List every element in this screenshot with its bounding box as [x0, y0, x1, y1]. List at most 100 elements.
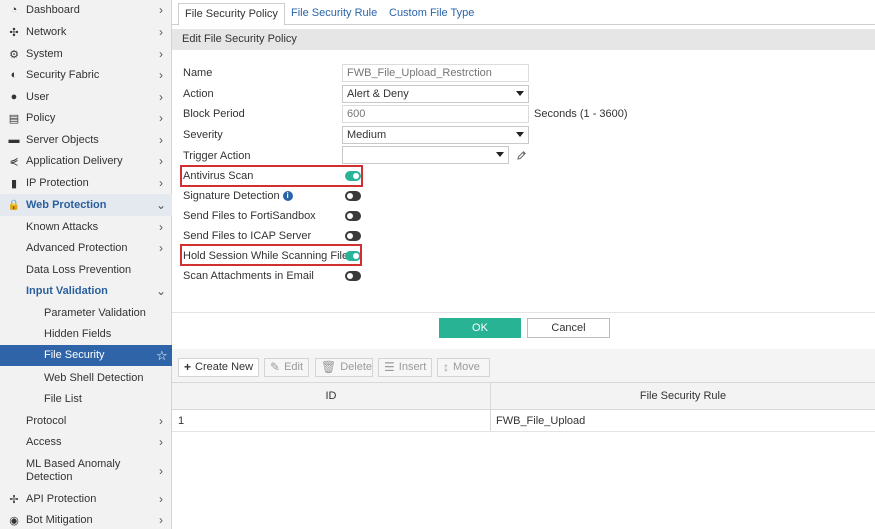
icap-server-label: Send Files to ICAP Server: [183, 230, 312, 242]
insert-button[interactable]: ☰ Insert: [378, 358, 432, 377]
chevron-right-icon: ›: [159, 464, 163, 478]
chevron-right-icon: ›: [159, 111, 163, 125]
trigger-action-label: Trigger Action: [183, 150, 251, 162]
severity-label: Severity: [183, 129, 223, 141]
create-new-button[interactable]: + Create New: [178, 358, 259, 377]
block-period-label: Block Period: [183, 108, 245, 120]
sidebar-item-server-objects[interactable]: ▬ Server Objects ›: [0, 131, 172, 149]
sidebar-item-protocol[interactable]: Protocol ›: [0, 411, 172, 431]
sidebar-item-dashboard[interactable]: ◔ Dashboard ›: [0, 1, 172, 19]
chevron-right-icon: ›: [159, 414, 163, 428]
action-label: Action: [183, 88, 214, 100]
user-icon: ●: [10, 91, 18, 103]
sidebar-item-application-delivery[interactable]: ⋞ Application Delivery ›: [0, 152, 172, 170]
sidebar-item-label: Protocol: [26, 414, 67, 427]
chevron-right-icon: ›: [159, 133, 163, 147]
sidebar-item-access[interactable]: Access ›: [0, 432, 172, 452]
network-icon: ✣: [9, 26, 19, 39]
name-label: Name: [183, 67, 213, 79]
bot-icon: ◉: [9, 514, 19, 527]
table-header: ID File Security Rule: [172, 382, 875, 410]
sidebar-item-parameter-validation[interactable]: Parameter Validation: [0, 303, 172, 323]
chevron-right-icon: ›: [159, 513, 163, 527]
sidebar-item-api-protection[interactable]: ✢ API Protection ›: [0, 490, 172, 508]
cancel-button[interactable]: Cancel: [527, 318, 610, 338]
action-select-value: Alert & Deny: [347, 88, 409, 100]
trigger-action-select[interactable]: [342, 146, 509, 164]
tab-bar: File Security Policy File Security Rule …: [172, 0, 875, 26]
edit-label: Edit: [284, 361, 304, 373]
sidebar-item-label: IP Protection: [26, 176, 89, 189]
action-select[interactable]: Alert & Deny: [342, 85, 529, 103]
sidebar-item-file-security[interactable]: File Security ☆: [0, 345, 172, 366]
sidebar-item-system[interactable]: ⚙ System ›: [0, 45, 172, 63]
star-icon[interactable]: ☆: [156, 348, 168, 364]
pencil-icon[interactable]: [516, 150, 527, 161]
move-icon: ↕: [443, 360, 449, 374]
tab-file-security-rule[interactable]: File Security Rule: [285, 3, 383, 26]
sidebar-item-label: Web Protection: [26, 198, 107, 211]
chevron-right-icon: ›: [159, 90, 163, 104]
delete-button[interactable]: 🗑 Delete: [315, 358, 373, 377]
sidebar-item-data-loss-prevention[interactable]: Data Loss Prevention: [0, 260, 172, 280]
signature-detection-toggle[interactable]: [345, 191, 361, 201]
sidebar-item-security-fabric[interactable]: ◐ Security Fabric ›: [0, 66, 172, 84]
move-label: Move: [453, 361, 480, 373]
ip-protection-icon: ▮: [10, 177, 18, 190]
sidebar-item-label: Access: [26, 435, 62, 448]
sidebar-item-web-protection[interactable]: 🔒 Web Protection ⌄: [0, 194, 172, 216]
column-header-id[interactable]: ID: [172, 383, 490, 409]
sidebar-item-ml-based-anomaly-detection[interactable]: ML Based Anomaly Detection ›: [0, 456, 172, 486]
scan-attachments-toggle[interactable]: [345, 271, 361, 281]
sidebar-item-label: Security Fabric: [26, 68, 100, 81]
edit-button[interactable]: ✎ Edit: [264, 358, 309, 377]
chevron-down-icon: ⌄: [156, 284, 167, 298]
tab-custom-file-type[interactable]: Custom File Type: [383, 3, 480, 26]
form-header: Edit File Security Policy: [172, 29, 875, 50]
move-button[interactable]: ↕ Move: [437, 358, 490, 377]
sidebar-item-label: Bot Mitigation: [26, 513, 93, 526]
chevron-right-icon: ›: [159, 154, 163, 168]
sidebar-item-network[interactable]: ✣ Network ›: [0, 23, 172, 41]
caret-down-icon: [516, 132, 524, 137]
sidebar-item-known-attacks[interactable]: Known Attacks ›: [0, 217, 172, 237]
fortisandbox-toggle[interactable]: [345, 211, 361, 221]
column-header-rule[interactable]: File Security Rule: [491, 383, 875, 409]
severity-select[interactable]: Medium: [342, 126, 529, 144]
table-row[interactable]: 1 FWB_File_Upload: [172, 410, 875, 432]
plus-icon: +: [184, 360, 192, 374]
chevron-right-icon: ›: [159, 47, 163, 61]
sidebar-item-label: User: [26, 90, 50, 103]
cell-id: 1: [178, 415, 185, 427]
info-icon[interactable]: i: [282, 191, 293, 202]
tab-file-security-policy[interactable]: File Security Policy: [178, 3, 285, 26]
sidebar-item-policy[interactable]: ▤ Policy ›: [0, 109, 172, 127]
sidebar-item-label: Web Shell Detection: [44, 371, 144, 384]
chevron-right-icon: ›: [159, 435, 163, 449]
sidebar-item-hidden-fields[interactable]: Hidden Fields: [0, 324, 172, 344]
block-period-input[interactable]: [342, 105, 529, 123]
chevron-right-icon: ›: [159, 68, 163, 82]
sidebar-item-ip-protection[interactable]: ▮ IP Protection ›: [0, 174, 172, 192]
ok-button[interactable]: OK: [439, 318, 521, 338]
sidebar-item-label: Input Validation: [26, 284, 108, 297]
sidebar-item-label: File Security: [44, 349, 105, 361]
pencil-icon: ✎: [270, 360, 281, 374]
dashboard-icon: ◔: [10, 4, 18, 16]
scan-attachments-label: Scan Attachments in Email: [183, 270, 314, 282]
sidebar-item-user[interactable]: ● User ›: [0, 88, 172, 106]
name-input[interactable]: [342, 64, 529, 82]
sidebar-item-file-list[interactable]: File List: [0, 389, 172, 409]
signature-detection-label: Signature Detection i: [183, 189, 293, 203]
sidebar-item-bot-mitigation[interactable]: ◉ Bot Mitigation ›: [0, 511, 172, 529]
sidebar-item-input-validation[interactable]: Input Validation ⌄: [0, 281, 172, 301]
server-icon: ▬: [8, 134, 20, 146]
api-icon: ✢: [9, 493, 19, 506]
sidebar-item-label: Policy: [26, 111, 56, 124]
sidebar-item-advanced-protection[interactable]: Advanced Protection ›: [0, 238, 172, 258]
sidebar-item-label: Application Delivery: [26, 154, 123, 167]
chevron-right-icon: ›: [159, 241, 163, 255]
icap-server-toggle[interactable]: [345, 231, 361, 241]
cell-rule: FWB_File_Upload: [496, 415, 586, 427]
sidebar-item-web-shell-detection[interactable]: Web Shell Detection: [0, 368, 172, 388]
